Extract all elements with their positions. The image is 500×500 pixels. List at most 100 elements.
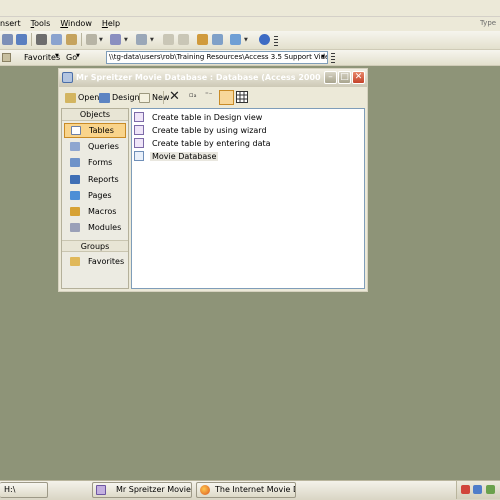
taskbar-drive-button[interactable]: H:\: [0, 482, 48, 498]
minimize-button[interactable]: –: [324, 71, 337, 84]
table-icon: [71, 126, 81, 135]
macro-icon: [70, 207, 80, 216]
new-object-dropdown-icon[interactable]: ▼: [244, 37, 248, 43]
design-label: Design: [112, 93, 140, 102]
object-label: Macros: [88, 207, 117, 216]
undo-dropdown-icon[interactable]: ▼: [99, 37, 103, 43]
open-icon: [65, 92, 76, 103]
window-top-strip: [0, 0, 500, 17]
analyze-icon[interactable]: [136, 34, 147, 45]
taskbar-firefox-button[interactable]: The Internet Movie D...: [196, 482, 296, 498]
access-icon: [96, 485, 106, 495]
tray-app-icon[interactable]: [461, 485, 470, 494]
list-item-label: Movie Database: [150, 151, 219, 161]
object-label: Modules: [88, 223, 122, 232]
query-icon: [70, 142, 80, 151]
object-label: Pages: [88, 191, 112, 200]
new-object-icon[interactable]: [230, 34, 241, 45]
design-button[interactable]: Design: [99, 90, 140, 105]
code-icon[interactable]: [163, 34, 174, 45]
new-icon: [139, 92, 150, 103]
menu-window[interactable]: Window: [55, 17, 97, 31]
list-item-label: Create table by using wizard: [152, 125, 267, 135]
properties-icon[interactable]: [197, 34, 208, 45]
office-links-dropdown-icon[interactable]: ▼: [124, 37, 128, 43]
details-view-icon[interactable]: [236, 91, 248, 103]
object-label: Forms: [88, 158, 113, 167]
groups-header[interactable]: Groups: [62, 240, 128, 252]
undo-icon[interactable]: [86, 34, 97, 45]
group-favorites[interactable]: Favorites: [64, 254, 126, 269]
table-icon: [134, 151, 144, 161]
new-button[interactable]: New: [139, 90, 169, 105]
new-label: New: [152, 93, 170, 102]
go-dropdown-icon[interactable]: ▼: [76, 53, 80, 59]
help-icon[interactable]: [259, 34, 270, 45]
page-icon: [70, 191, 80, 200]
list-item-create-design-view[interactable]: Create table in Design view: [134, 111, 262, 123]
firefox-icon: [200, 485, 210, 495]
taskbar-access-button[interactable]: Mr Spreitzer Movie D...: [92, 482, 192, 498]
office-links-icon[interactable]: [110, 34, 121, 45]
object-tables[interactable]: Tables: [64, 123, 126, 138]
list-item-create-entering-data[interactable]: Create table by entering data: [134, 137, 271, 149]
favorites-dropdown-icon[interactable]: ▼: [55, 53, 59, 59]
type-a-question-box[interactable]: Type: [480, 19, 498, 29]
form-icon: [70, 158, 80, 167]
design-icon: [99, 92, 110, 103]
tray-security-icon[interactable]: [486, 485, 495, 494]
address-field[interactable]: \\tg-data\users\rob\Training Resources\A…: [106, 51, 328, 64]
maximize-button[interactable]: □: [338, 71, 351, 84]
show-only-web-toolbar-icon[interactable]: [2, 53, 11, 62]
list-item-label: Create table in Design view: [152, 112, 263, 122]
access-db-icon: [62, 72, 73, 83]
window-title: Mr Spreitzer Movie Database : Database (…: [76, 73, 322, 82]
print-icon[interactable]: [2, 34, 13, 45]
script-editor-icon[interactable]: [178, 34, 189, 45]
open-label: Open: [78, 93, 100, 102]
object-modules[interactable]: Modules: [64, 220, 126, 235]
toolbar-separator: [163, 91, 164, 104]
group-label: Favorites: [88, 257, 125, 266]
list-item-movie-database[interactable]: Movie Database: [134, 150, 219, 162]
object-reports[interactable]: Reports: [64, 172, 126, 187]
list-item-label: Create table by entering data: [152, 138, 271, 148]
menu-tools[interactable]: Tools: [26, 17, 56, 31]
object-label: Queries: [88, 142, 119, 151]
objects-header[interactable]: Objects: [62, 109, 128, 121]
toolbar-separator: [31, 33, 32, 46]
object-label: Tables: [89, 126, 114, 135]
spellcheck-icon[interactable]: [16, 34, 27, 45]
object-pages[interactable]: Pages: [64, 188, 126, 203]
module-icon: [70, 223, 80, 232]
toolbar-grip[interactable]: [331, 53, 335, 64]
menu-insert[interactable]: nsert: [0, 17, 26, 31]
copy-icon[interactable]: [51, 34, 62, 45]
toolbar-grip[interactable]: [274, 36, 278, 47]
object-queries[interactable]: Queries: [64, 139, 126, 154]
relationships-icon[interactable]: [212, 34, 223, 45]
cut-icon[interactable]: [36, 34, 47, 45]
report-icon: [70, 175, 80, 184]
table-wizard-icon: [134, 138, 144, 148]
paste-icon[interactable]: [66, 34, 77, 45]
table-wizard-icon: [134, 112, 144, 122]
toolbar-separator: [81, 33, 82, 46]
menu-help[interactable]: Help: [97, 17, 125, 31]
object-label: Reports: [88, 175, 119, 184]
open-button[interactable]: Open: [65, 90, 99, 105]
menu-bar: nsert Tools Window Help: [0, 17, 500, 31]
large-icons-view-icon[interactable]: ▫ₐ: [189, 91, 197, 99]
close-button[interactable]: ✕: [352, 71, 365, 84]
object-forms[interactable]: Forms: [64, 155, 126, 170]
delete-icon[interactable]: ✕: [169, 89, 180, 104]
tray-network-icon[interactable]: [473, 485, 482, 494]
small-icons-view-icon[interactable]: ⁼⁻: [205, 91, 212, 99]
list-view-icon[interactable]: [219, 90, 234, 105]
analyze-dropdown-icon[interactable]: ▼: [150, 37, 154, 43]
favorites-folder-icon: [70, 257, 80, 266]
object-macros[interactable]: Macros: [64, 204, 126, 219]
list-item-create-wizard[interactable]: Create table by using wizard: [134, 124, 267, 136]
address-dropdown-icon[interactable]: ▼: [319, 52, 327, 63]
table-wizard-icon: [134, 125, 144, 135]
